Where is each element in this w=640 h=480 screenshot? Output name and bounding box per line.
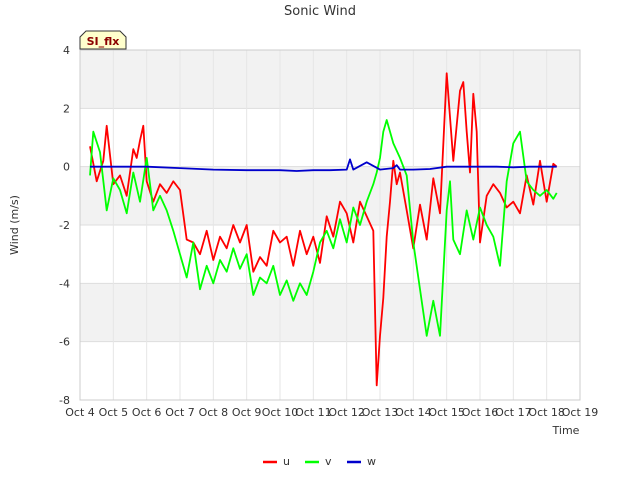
x-tick-label: Oct 9	[232, 406, 262, 419]
y-tick-label: 4	[63, 44, 70, 57]
y-tick-label: -2	[59, 219, 70, 232]
x-tick-label: Oct 13	[362, 406, 399, 419]
x-tick-label: Oct 7	[165, 406, 195, 419]
x-tick-label: Oct 8	[199, 406, 229, 419]
x-tick-label: Oct 18	[528, 406, 565, 419]
x-tick-label: Oct 14	[395, 406, 432, 419]
sonic-wind-chart: -8-6-4-2024 Oct 4 Oct 5 Oct 6 Oct 7 Oct 8 Oct…	[8, 4, 598, 468]
x-tick-label: Oct 11	[295, 406, 332, 419]
plot-band	[80, 50, 580, 109]
y-tick-label: 0	[63, 161, 70, 174]
x-tick-labels: Oct 4 Oct 5 Oct 6 Oct 7 Oct 8 Oct 9 Oct 10Oct …	[65, 406, 598, 419]
y-axis-title: Wind (m/s)	[8, 195, 21, 255]
y-tick-label: 2	[63, 102, 70, 115]
x-tick-label: Oct 6	[132, 406, 162, 419]
x-tick-label: Oct 19	[562, 406, 599, 419]
site-badge: SI_flx	[79, 30, 127, 50]
x-tick-label: Oct 5	[99, 406, 129, 419]
x-tick-label: Oct 12	[328, 406, 365, 419]
x-tick-label: Oct 17	[495, 406, 532, 419]
legend: u v w	[263, 455, 376, 468]
y-tick-label: -6	[59, 336, 70, 349]
x-tick-label: Oct 16	[462, 406, 499, 419]
legend-label-u: u	[283, 455, 290, 468]
legend-label-w: w	[367, 455, 376, 468]
x-tick-label: Oct 15	[428, 406, 465, 419]
x-tick-label: Oct 10	[262, 406, 299, 419]
chart-title: Sonic Wind	[284, 4, 356, 19]
badge-label: SI_flx	[87, 35, 120, 48]
x-tick-label: Oct 4	[65, 406, 95, 419]
legend-label-v: v	[325, 455, 332, 468]
y-tick-labels: -8-6-4-2024	[59, 44, 70, 407]
plot-band	[80, 283, 580, 342]
y-tick-label: -4	[59, 277, 70, 290]
x-axis-title: Time	[552, 424, 580, 437]
